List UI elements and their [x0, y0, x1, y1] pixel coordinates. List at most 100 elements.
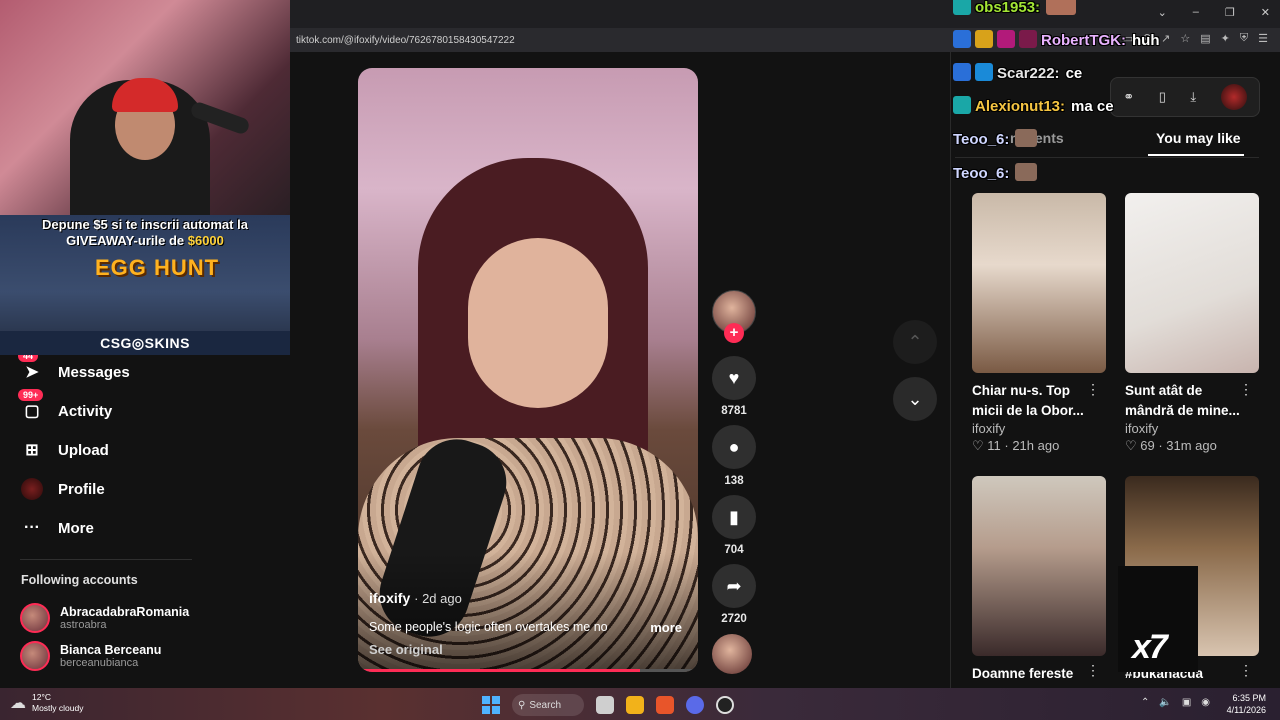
- video-progress-fill: [358, 669, 641, 672]
- card-menu-icon[interactable]: ⋮: [1086, 381, 1100, 398]
- follow-plus-icon[interactable]: +: [724, 323, 744, 343]
- taskbar-search[interactable]: ⚲ Search: [512, 694, 584, 716]
- share-button[interactable]: ➦: [712, 564, 756, 608]
- shield-icon[interactable]: ⛨: [1240, 32, 1248, 45]
- video-age: · 2d ago: [414, 591, 462, 606]
- bookmark-icon[interactable]: ☆: [1180, 32, 1190, 45]
- extensions-icon[interactable]: ✦: [1221, 32, 1230, 45]
- chevron-up-icon[interactable]: ⌃: [1141, 697, 1149, 708]
- chat-username: Scar222:: [997, 65, 1060, 82]
- volume-icon[interactable]: 🔈: [1159, 697, 1171, 708]
- see-original-link[interactable]: See original: [369, 642, 443, 657]
- comment-icon: ●: [728, 436, 740, 457]
- user-avatar[interactable]: [1220, 84, 1247, 110]
- card-author[interactable]: ifoxify: [1125, 421, 1259, 436]
- chat-message: Teoo_6:: [953, 163, 1041, 182]
- caption-more-button[interactable]: more: [650, 620, 682, 635]
- video-thumbnail[interactable]: [972, 476, 1106, 656]
- device-icon[interactable]: ▯: [1159, 89, 1166, 105]
- video-thumbnail[interactable]: [1125, 193, 1259, 373]
- card-title[interactable]: Chiar nu-s. Top micii de la Obor...: [972, 381, 1094, 421]
- discord-icon[interactable]: [686, 696, 704, 714]
- following-account[interactable]: AbracadabraRomania astroabra: [20, 603, 189, 633]
- sidebar-item-more[interactable]: ··· More: [20, 516, 94, 540]
- weather-widget[interactable]: ☁ 12°C Mostly cloudy: [10, 692, 84, 714]
- sponsor-logo: CSG◎SKINS: [0, 331, 290, 355]
- card-title[interactable]: Doamne fereste: [972, 664, 1094, 684]
- video-progress-bar[interactable]: [358, 669, 698, 672]
- author-name[interactable]: ifoxify: [369, 590, 410, 606]
- card-menu-icon[interactable]: ⋮: [1086, 662, 1100, 679]
- card-author[interactable]: ifoxify: [972, 421, 1106, 436]
- card-title[interactable]: Sunt atât de mândră de mine...: [1125, 381, 1247, 421]
- recommended-video-card[interactable]: Doamne fereste ⋮: [972, 476, 1106, 684]
- recommended-video-card[interactable]: Chiar nu-s. Top micii de la Obor... ⋮ if…: [972, 193, 1106, 454]
- recommended-video-card[interactable]: Sunt atât de mândră de mine... ⋮ ifoxify…: [1125, 193, 1259, 454]
- avatar-icon: [20, 477, 44, 501]
- task-view-icon[interactable]: [596, 696, 614, 714]
- menu-icon[interactable]: ☰: [1258, 32, 1268, 45]
- obs-icon[interactable]: [716, 696, 734, 714]
- card-menu-icon[interactable]: ⋮: [1239, 381, 1253, 398]
- chat-badge-icon: [997, 30, 1015, 48]
- video-author[interactable]: ifoxify · 2d ago: [369, 590, 462, 606]
- share-arrow-icon: ➦: [726, 575, 742, 596]
- sidebar-item-profile[interactable]: Profile: [20, 477, 105, 501]
- share-icon[interactable]: ↗: [1161, 32, 1170, 45]
- chat-username: obs1953:: [975, 0, 1041, 16]
- chat-username: Teoo_6:: [953, 165, 1010, 182]
- browser-tab-bar: ⌄ – ❐ ✕: [290, 0, 1280, 28]
- sidebar-item-activity[interactable]: ▢ 99+ Activity: [18, 389, 112, 423]
- comment-button[interactable]: ●: [712, 425, 756, 469]
- following-account[interactable]: Bianca Berceanu berceanubianca: [20, 641, 161, 671]
- sidebar-item-messages[interactable]: ➤ 44 Messages: [18, 350, 130, 384]
- more-dots-icon: ···: [24, 519, 40, 536]
- sound-avatar[interactable]: [712, 634, 752, 674]
- video-player[interactable]: ifoxify · 2d ago Some people's logic oft…: [358, 68, 698, 672]
- download-icon[interactable]: ⤓: [1190, 89, 1196, 105]
- file-explorer-icon[interactable]: [626, 696, 644, 714]
- streamer-webcam: [0, 0, 290, 215]
- search-label: Search: [529, 699, 562, 711]
- minimize-icon[interactable]: –: [1193, 6, 1199, 19]
- account-name: AbracadabraRomania: [60, 605, 190, 619]
- chat-username: Alexionut13:: [975, 98, 1066, 115]
- display-icon[interactable]: ▣: [1182, 697, 1191, 708]
- close-icon[interactable]: ✕: [1261, 6, 1270, 19]
- weather-text: Mostly cloudy: [32, 703, 84, 713]
- chat-emote: [1015, 163, 1038, 181]
- windows-start-icon[interactable]: [482, 696, 500, 714]
- save-button[interactable]: ▮: [712, 495, 756, 539]
- following-heading: Following accounts: [21, 573, 138, 587]
- video-thumbnail[interactable]: [972, 193, 1106, 373]
- sidebar-item-upload[interactable]: ⊞ Upload: [20, 438, 109, 462]
- wallet-icon[interactable]: ▤: [1200, 32, 1210, 45]
- link-icon[interactable]: ⚭: [1123, 89, 1134, 105]
- maximize-icon[interactable]: ❐: [1225, 6, 1235, 19]
- account-name: Bianca Berceanu: [60, 643, 162, 657]
- chevron-down-icon[interactable]: ⌄: [1158, 6, 1167, 19]
- like-button[interactable]: ♥: [712, 356, 756, 400]
- chat-text: ma ce: [1071, 98, 1114, 115]
- chat-message: obs1953:: [953, 0, 1080, 16]
- tab-you-may-like[interactable]: You may like: [1156, 130, 1241, 146]
- network-icon[interactable]: ◉: [1201, 697, 1210, 708]
- video-caption: Some people's logic often overtakes me n…: [369, 620, 608, 634]
- clock[interactable]: 6:35 PM 4/11/2026: [1227, 692, 1266, 716]
- activity-badge: 99+: [18, 389, 44, 401]
- taskbar: ☁ 12°C Mostly cloudy ⚲ Search ⌃ 🔈 ▣ ◉ 6:3…: [0, 688, 1280, 720]
- next-video-button[interactable]: ⌄: [893, 377, 937, 421]
- sidebar-item-label: Upload: [58, 441, 109, 459]
- promo-text: Depune $5 si te inscrii automat la: [42, 217, 248, 232]
- chat-emote: [1046, 0, 1077, 15]
- search-icon: ⚲: [518, 699, 526, 711]
- url-text[interactable]: tiktok.com/@ifoxify/video/76267801584305…: [296, 35, 515, 46]
- card-menu-icon[interactable]: ⋮: [1239, 662, 1253, 679]
- system-tray: ⌃ 🔈 ▣ ◉: [1141, 697, 1210, 708]
- chat-text: ce: [1065, 65, 1083, 82]
- previous-video-button[interactable]: ⌃: [893, 320, 937, 364]
- brave-browser-icon[interactable]: [656, 696, 674, 714]
- video-subject-face: [468, 238, 608, 408]
- save-count: 704: [724, 544, 744, 556]
- bookmark-icon: ▮: [729, 506, 739, 527]
